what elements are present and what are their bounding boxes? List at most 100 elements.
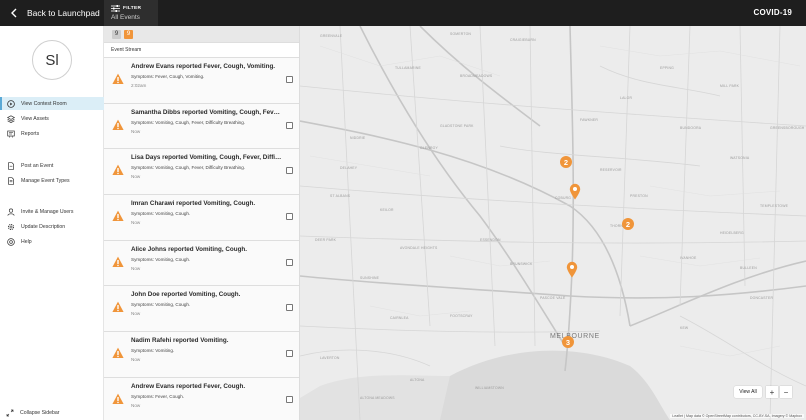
suburb-label: PRESTON <box>630 194 648 198</box>
alert-count-badge[interactable]: 9 <box>124 29 133 39</box>
map-pin-icon[interactable] <box>569 183 581 200</box>
count-badge[interactable]: 9 <box>112 29 121 39</box>
view-all-button[interactable]: View All <box>734 386 762 398</box>
event-list-item[interactable]: Nadim Rafehi reported Vomiting. Symptoms:… <box>104 332 299 378</box>
sidebar-item-view-contest-room[interactable]: View Contest Room <box>0 97 104 110</box>
sidebar-item-invite-manage-users[interactable]: Invite & Manage Users <box>0 205 104 218</box>
document-list-icon <box>6 176 15 185</box>
zoom-out-button[interactable]: − <box>780 386 792 398</box>
suburb-label: DONCASTER <box>750 296 774 300</box>
map-attribution[interactable]: Leaflet | Map data © OpenStreetMap contr… <box>670 414 804 418</box>
suburb-label: DELAHEY <box>340 166 358 170</box>
zoom-in-button[interactable]: + <box>766 386 778 398</box>
suburb-label: KEW <box>680 326 689 330</box>
event-symptoms: Symptoms: Vomiting, Cough, Fever, Diffic… <box>131 165 246 171</box>
event-time: Now <box>131 220 141 226</box>
suburb-label: LALOR <box>620 96 633 100</box>
event-checkbox[interactable] <box>286 304 293 312</box>
suburb-label: DEER PARK <box>315 238 337 242</box>
sidebar-item-post-an-event[interactable]: Post an Event <box>0 159 104 172</box>
suburb-label: BUNDOORA <box>680 126 702 130</box>
event-time: Now <box>131 174 141 180</box>
event-checkbox[interactable] <box>286 350 293 358</box>
map-cluster-marker[interactable]: 2 <box>622 218 634 230</box>
event-list-item[interactable]: Andrew Evans reported Fever, Cough, Vomi… <box>104 58 299 104</box>
sidebar-item-reports[interactable]: Reports <box>0 127 104 140</box>
suburb-label: TULLAMARINE <box>395 66 421 70</box>
sidebar-item-update-description[interactable]: Update Description <box>0 220 104 233</box>
event-checkbox[interactable] <box>286 395 293 403</box>
suburb-label: GREENSBOROUGH <box>770 126 805 130</box>
suburb-label: ALTONA MEADOWS <box>360 396 395 400</box>
event-list-item[interactable]: Lisa Days reported Vomiting, Cough, Feve… <box>104 149 299 196</box>
warning-icon <box>112 347 124 359</box>
event-list-item[interactable]: Samantha Dibbs reported Vomiting, Cough,… <box>104 103 299 150</box>
event-count-bar: 9 9 <box>104 26 299 42</box>
suburb-label: CAIRNLEA <box>390 316 409 320</box>
event-title: Lisa Days reported Vomiting, Cough, Feve… <box>131 154 282 162</box>
sidebar-item-manage-event-types[interactable]: Manage Event Types <box>0 174 104 187</box>
suburb-label: SOMERTON <box>450 32 472 36</box>
event-checkbox[interactable] <box>286 76 293 83</box>
suburb-label: HEIDELBERG <box>720 231 744 235</box>
map-pin-icon[interactable] <box>566 261 578 278</box>
suburb-label: SUNSHINE <box>360 276 380 280</box>
event-time: Now <box>131 265 141 271</box>
event-list-item[interactable]: Andrew Evans reported Fever, Cough. Sympt… <box>104 377 299 420</box>
event-time: Now <box>131 357 141 363</box>
suburb-label: PASCOE VALE <box>540 296 566 300</box>
suburb-label: TEMPLESTOWE <box>760 204 789 208</box>
sidebar-item-view-assets[interactable]: View Assets <box>0 112 104 125</box>
event-checkbox[interactable] <box>286 167 293 175</box>
top-bar: Back to Launchpad FILTER All Events COVI… <box>0 0 806 26</box>
sidebar-item-label: Manage Event Types <box>21 177 70 184</box>
event-time: Now <box>131 128 141 134</box>
sidebar-item-label: Reports <box>21 130 40 137</box>
suburb-label: GLADSTONE PARK <box>440 124 474 128</box>
event-list-item[interactable]: Imran Charawi reported Vomiting, Cough. S… <box>104 195 299 241</box>
help-icon <box>6 237 15 246</box>
avatar[interactable]: Sl <box>32 40 72 80</box>
suburb-label: WATSONIA <box>730 156 750 160</box>
gear-icon <box>6 222 15 231</box>
suburb-label: BRUNSWICK <box>510 262 533 266</box>
filter-button[interactable]: FILTER All Events <box>104 0 158 26</box>
event-title: Samantha Dibbs reported Vomiting, Cough,… <box>131 108 282 116</box>
suburb-label: LAVERTON <box>320 356 340 360</box>
suburb-label: IVANHOE <box>680 256 697 260</box>
suburb-label: CRAIGIEBURN <box>510 38 536 42</box>
event-time: 2:02am <box>131 83 147 88</box>
back-to-launchpad-button[interactable]: Back to Launchpad <box>0 0 104 26</box>
event-title: Andrew Evans reported Fever, Cough, Vomi… <box>131 63 276 70</box>
event-stream-header: Event Stream <box>104 42 299 58</box>
event-title: Andrew Evans reported Fever, Cough. <box>131 382 246 390</box>
warning-icon <box>112 73 124 84</box>
map[interactable]: GREENVALE SOMERTON CRAIGIEBURN TULLAMARINE B… <box>300 26 806 420</box>
sidebar-item-label: Update Description <box>21 223 66 230</box>
filter-value: All Events <box>111 14 140 21</box>
event-list-item[interactable]: Alice Johns reported Vomiting, Cough. Sym… <box>104 240 299 287</box>
collapse-arrows-icon <box>6 404 14 420</box>
event-checkbox[interactable] <box>286 258 293 266</box>
event-title: John Doe reported Vomiting, Cough. <box>131 291 241 299</box>
suburb-label: RESERVOIR <box>600 168 622 172</box>
event-symptoms: Symptoms: Vomiting. <box>131 348 175 354</box>
filter-label: FILTER <box>123 5 142 11</box>
event-checkbox[interactable] <box>286 213 293 221</box>
event-list-item[interactable]: John Doe reported Vomiting, Cough. Sympto… <box>104 286 299 333</box>
suburb-label: EPPING <box>660 66 675 70</box>
sidebar-item-help[interactable]: Help <box>0 235 104 248</box>
collapse-sidebar-label: Collapse Sidebar <box>20 410 60 416</box>
sidebar: Sl View Contest Room View Assets Reports… <box>0 26 104 420</box>
suburb-label: ALTONA <box>410 378 425 382</box>
event-checkbox[interactable] <box>286 121 293 129</box>
event-symptoms: Symptoms: Vomiting, Cough. <box>131 302 191 308</box>
map-cluster-marker[interactable]: 3 <box>562 336 574 348</box>
event-title: Nadim Rafehi reported Vomiting. <box>131 337 229 345</box>
collapse-sidebar-button[interactable]: Collapse Sidebar <box>0 406 104 420</box>
map-cluster-marker[interactable]: 2 <box>560 156 572 168</box>
layers-icon <box>6 114 15 123</box>
sidebar-item-label: View Contest Room <box>21 100 67 107</box>
suburb-label: BROADMEADOWS <box>460 74 493 78</box>
city-label: MELBOURNE <box>550 333 600 340</box>
